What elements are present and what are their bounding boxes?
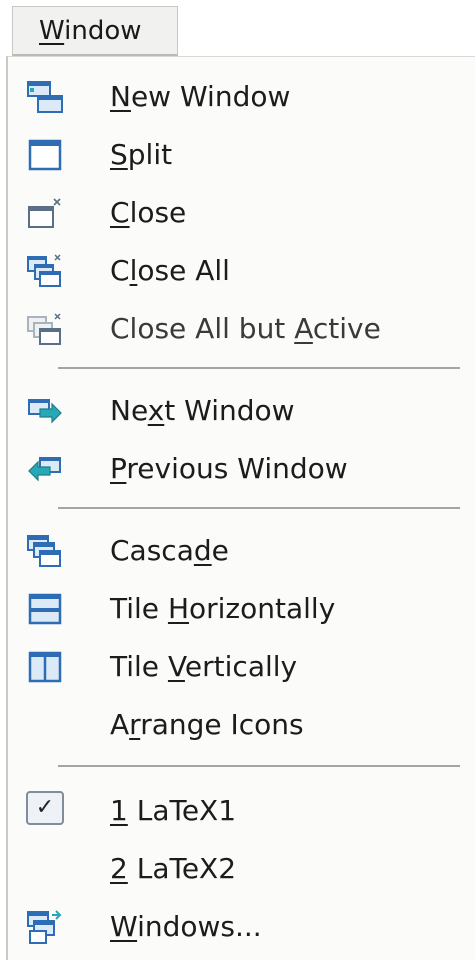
menu-item-label: Windows... xyxy=(110,910,262,943)
menu-item-label: Split xyxy=(110,138,173,171)
menu-item-label: Tile Horizontally xyxy=(110,592,336,625)
next-window-icon xyxy=(26,393,64,429)
tile-vertically-icon xyxy=(26,649,64,685)
menu-item-close-all-but-active[interactable]: Close All but Active xyxy=(8,301,474,357)
menu-item-close-all[interactable]: Close All xyxy=(8,243,474,299)
new-window-icon xyxy=(26,79,64,115)
windows-list-icon xyxy=(26,909,64,945)
menu-item-label: Close xyxy=(110,196,187,229)
menu-title-post: indow xyxy=(64,16,142,46)
window-menu-title[interactable]: Window xyxy=(12,6,178,56)
menu-item-label: Tile Vertically xyxy=(110,650,298,683)
cascade-icon xyxy=(26,533,64,569)
menu-item-split[interactable]: Split xyxy=(8,127,474,183)
split-icon xyxy=(26,137,64,173)
menu-bar: Window xyxy=(0,0,475,62)
menu-item-next-window[interactable]: Next Window xyxy=(8,383,474,439)
menu-item-label: Close All xyxy=(110,254,230,287)
menu-item-label: Next Window xyxy=(110,394,295,427)
menu-item-label: Arrange Icons xyxy=(110,708,304,741)
menu-item-cascade[interactable]: Cascade xyxy=(8,523,474,579)
menu-item-tile-horizontally[interactable]: Tile Horizontally xyxy=(8,581,474,637)
previous-window-icon xyxy=(26,451,64,487)
menu-item-label: Cascade xyxy=(110,534,229,567)
menu-item-label: 1 LaTeX1 xyxy=(110,794,237,827)
close-all-icon xyxy=(26,253,64,289)
menu-item-close[interactable]: Close xyxy=(8,185,474,241)
close-all-but-active-icon xyxy=(26,311,64,347)
menu-item-windows-list[interactable]: Windows... xyxy=(8,899,474,955)
menu-separator xyxy=(58,507,460,509)
menu-item-arrange-icons[interactable]: Arrange Icons xyxy=(8,697,474,753)
menu-item-label: Close All but Active xyxy=(110,312,381,345)
checkmark-icon: ✓ xyxy=(26,791,64,825)
close-window-icon xyxy=(26,195,64,231)
menu-item-previous-window[interactable]: Previous Window xyxy=(8,441,474,497)
window-dropdown-menu: New Window Split Close Close All Close A… xyxy=(6,56,475,960)
tile-horizontally-icon xyxy=(26,591,64,627)
menu-item-label: Previous Window xyxy=(110,452,348,485)
menu-separator xyxy=(58,765,460,767)
menu-separator xyxy=(58,367,460,369)
menu-item-new-window[interactable]: New Window xyxy=(8,69,474,125)
menu-item-window-latex1[interactable]: ✓ 1 LaTeX1 xyxy=(8,783,474,839)
menu-item-label: 2 LaTeX2 xyxy=(110,852,237,885)
menu-item-window-latex2[interactable]: 2 LaTeX2 xyxy=(8,841,474,897)
menu-item-label: New Window xyxy=(110,80,291,113)
menu-item-tile-vertically[interactable]: Tile Vertically xyxy=(8,639,474,695)
menu-title-accelerator: W xyxy=(39,16,65,46)
